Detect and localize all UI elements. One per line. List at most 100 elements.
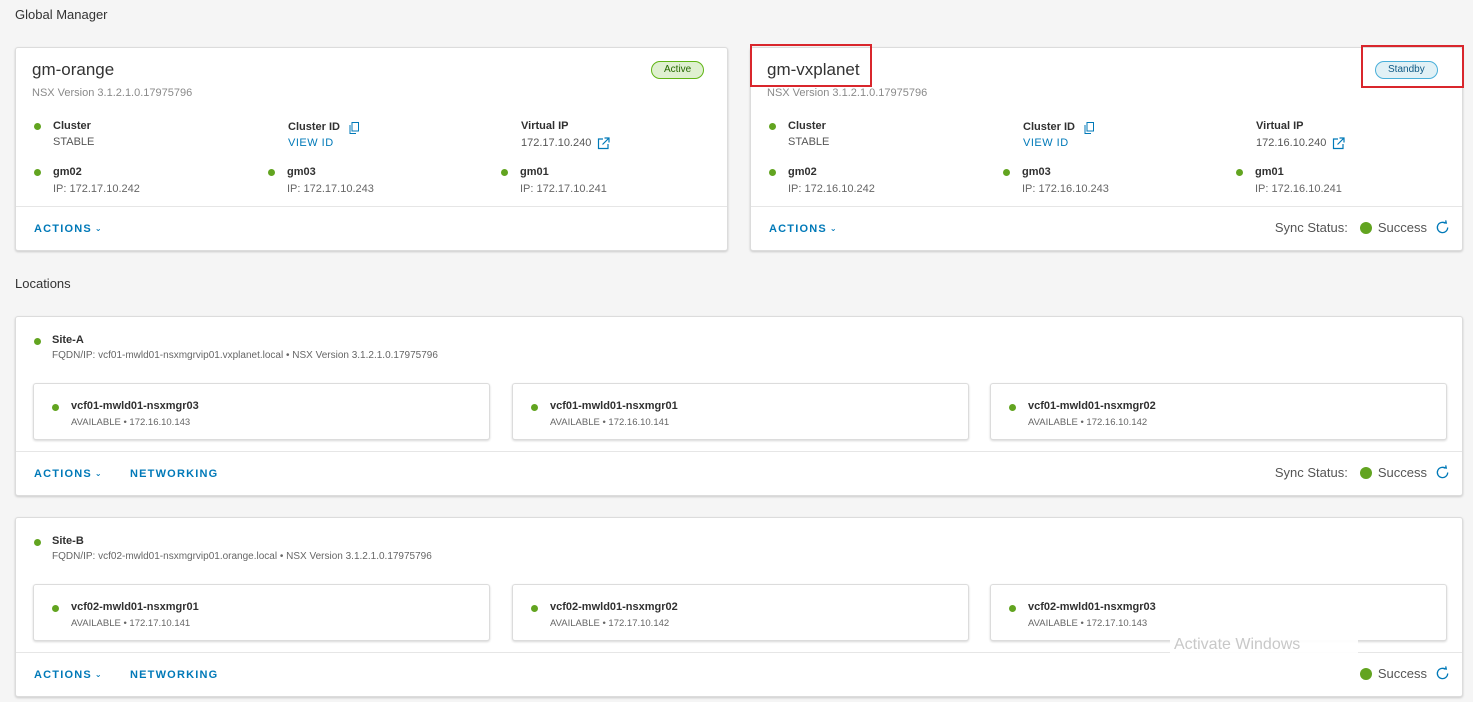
node-name-gm01: gm01 [1255, 166, 1284, 178]
cluster-status: STABLE [53, 136, 95, 148]
card-divider [16, 206, 727, 207]
node-status-dot [531, 605, 538, 612]
locations-heading: Locations [15, 276, 71, 291]
node-status-dot [1009, 404, 1016, 411]
activate-windows-watermark: Activate Windows [1170, 635, 1358, 655]
view-id-link[interactable]: VIEW ID [1023, 137, 1069, 149]
site-fqdn: FQDN/IP: vcf01-mwld01-nsxmgrvip01.vxplan… [52, 350, 438, 361]
sync-success-dot [1359, 667, 1372, 680]
site-name: Site-B [52, 535, 84, 547]
sync-status: Sync Status: Success [1275, 220, 1450, 235]
gm-card-vxplanet: gm-vxplanet Standby NSX Version 3.1.2.1.… [750, 47, 1463, 251]
cluster-status: STABLE [788, 136, 830, 148]
site-fqdn: FQDN/IP: vcf02-mwld01-nsxmgrvip01.orange… [52, 551, 432, 562]
node-status-dot [52, 404, 59, 411]
manager-node-card: vcf02-mwld01-nsxmgr03 AVAILABLE • 172.17… [990, 584, 1447, 641]
cluster-status-dot [769, 123, 776, 130]
external-link-icon[interactable] [1332, 137, 1345, 150]
actions-dropdown[interactable]: ACTIONS ⌄ [34, 468, 103, 480]
node-name-gm02: gm02 [53, 166, 82, 178]
actions-label: ACTIONS [34, 223, 92, 235]
nsx-version: NSX Version 3.1.2.1.0.17975796 [32, 87, 193, 99]
actions-dropdown[interactable]: ACTIONS ⌄ [34, 669, 103, 681]
gm-card-orange: gm-orange Active NSX Version 3.1.2.1.0.1… [15, 47, 728, 251]
sync-status: Sync Status: Success [1275, 465, 1450, 480]
site-card-b: Site-B FQDN/IP: vcf02-mwld01-nsxmgrvip01… [15, 517, 1463, 697]
networking-link[interactable]: NETWORKING [130, 669, 218, 681]
copy-icon[interactable] [349, 122, 359, 134]
virtual-ip-label: Virtual IP [1256, 120, 1304, 132]
node-status-dot [34, 169, 41, 176]
node-ip: IP: 172.17.10.242 [53, 183, 140, 195]
chevron-down-icon: ⌄ [94, 469, 103, 478]
actions-dropdown[interactable]: ACTIONS ⌄ [34, 223, 103, 235]
manager-status: AVAILABLE • 172.16.10.142 [1028, 417, 1148, 428]
virtual-ip-label: Virtual IP [521, 120, 569, 132]
virtual-ip-value: 172.16.10.240 [1256, 137, 1327, 149]
card-divider [751, 206, 1462, 207]
manager-status: AVAILABLE • 172.16.10.143 [71, 417, 191, 428]
node-ip: IP: 172.16.10.242 [788, 183, 875, 195]
cluster-label: Cluster [53, 120, 91, 132]
cluster-label: Cluster [788, 120, 826, 132]
manager-name: vcf01-mwld01-nsxmgr03 [71, 400, 199, 412]
status-badge-standby: Standby [1375, 61, 1438, 79]
manager-name: vcf01-mwld01-nsxmgr01 [550, 400, 678, 412]
actions-dropdown[interactable]: ACTIONS ⌄ [769, 223, 838, 235]
sync-status-value: Success [1377, 666, 1427, 681]
cluster-id-label: Cluster ID [288, 121, 340, 133]
view-id-link[interactable]: VIEW ID [288, 137, 334, 149]
node-name-gm03: gm03 [287, 166, 316, 178]
node-status-dot [1009, 605, 1016, 612]
node-ip: IP: 172.17.10.241 [520, 183, 607, 195]
actions-label: ACTIONS [34, 468, 92, 480]
sync-status-label: Sync Status: [1274, 220, 1348, 235]
sync-status-value: Success [1377, 220, 1427, 235]
chevron-down-icon: ⌄ [829, 224, 838, 233]
node-ip: IP: 172.16.10.241 [1255, 183, 1342, 195]
refresh-icon[interactable] [1435, 465, 1450, 480]
node-status-dot [1236, 169, 1243, 176]
node-status-dot [769, 169, 776, 176]
node-ip: IP: 172.17.10.243 [287, 183, 374, 195]
external-link-icon[interactable] [597, 137, 610, 150]
manager-status: AVAILABLE • 172.17.10.143 [1028, 618, 1148, 629]
node-ip: IP: 172.16.10.243 [1022, 183, 1109, 195]
virtual-ip-value: 172.17.10.240 [521, 137, 592, 149]
node-name-gm01: gm01 [520, 166, 549, 178]
gm-name: gm-vxplanet [767, 60, 860, 79]
site-status-dot [34, 539, 41, 546]
sync-status-label: Sync Status: [1274, 465, 1348, 480]
sync-success-dot [1359, 466, 1372, 479]
manager-status: AVAILABLE • 172.16.10.141 [550, 417, 670, 428]
card-divider [16, 451, 1462, 452]
cluster-status-dot [34, 123, 41, 130]
site-card-a: Site-A FQDN/IP: vcf01-mwld01-nsxmgrvip01… [15, 316, 1463, 496]
networking-link[interactable]: NETWORKING [130, 468, 218, 480]
manager-name: vcf02-mwld01-nsxmgr01 [71, 601, 199, 613]
sync-status: Success [1348, 666, 1450, 681]
manager-node-card: vcf01-mwld01-nsxmgr01 AVAILABLE • 172.16… [512, 383, 969, 440]
manager-name: vcf02-mwld01-nsxmgr03 [1028, 601, 1156, 613]
manager-status: AVAILABLE • 172.17.10.141 [71, 618, 191, 629]
actions-label: ACTIONS [34, 669, 92, 681]
chevron-down-icon: ⌄ [94, 224, 103, 233]
chevron-down-icon: ⌄ [94, 670, 103, 679]
manager-node-card: vcf01-mwld01-nsxmgr02 AVAILABLE • 172.16… [990, 383, 1447, 440]
copy-icon[interactable] [1084, 122, 1094, 134]
manager-node-card: vcf02-mwld01-nsxmgr02 AVAILABLE • 172.17… [512, 584, 969, 641]
node-status-dot [531, 404, 538, 411]
global-manager-heading: Global Manager [15, 7, 108, 22]
node-status-dot [268, 169, 275, 176]
node-status-dot [52, 605, 59, 612]
manager-name: vcf01-mwld01-nsxmgr02 [1028, 400, 1156, 412]
node-status-dot [1003, 169, 1010, 176]
manager-node-card: vcf01-mwld01-nsxmgr03 AVAILABLE • 172.16… [33, 383, 490, 440]
refresh-icon[interactable] [1435, 666, 1450, 681]
refresh-icon[interactable] [1435, 220, 1450, 235]
manager-status: AVAILABLE • 172.17.10.142 [550, 618, 670, 629]
cluster-id-label: Cluster ID [1023, 121, 1075, 133]
site-status-dot [34, 338, 41, 345]
node-status-dot [501, 169, 508, 176]
manager-name: vcf02-mwld01-nsxmgr02 [550, 601, 678, 613]
